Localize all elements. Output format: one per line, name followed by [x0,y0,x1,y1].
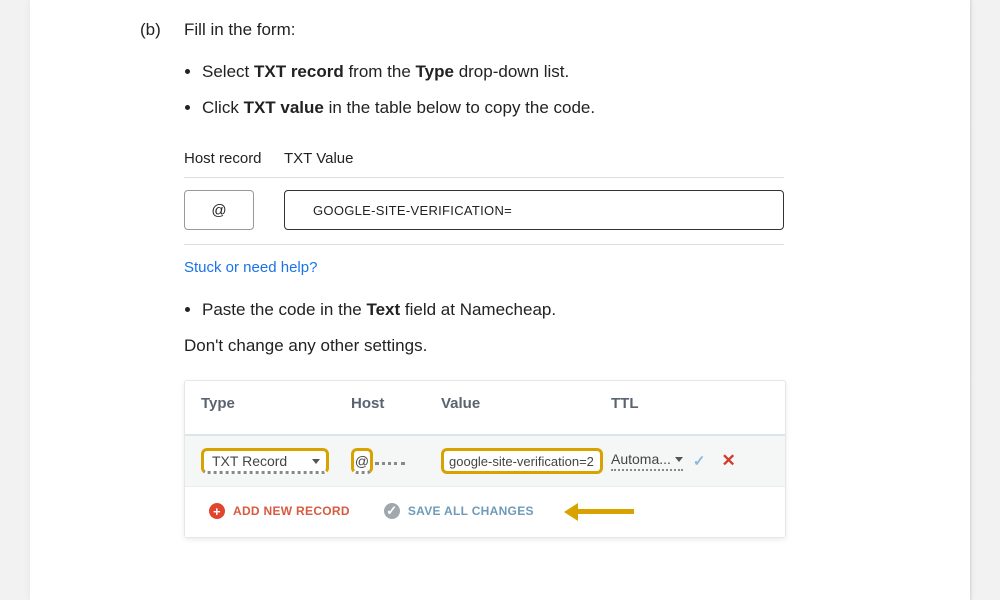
document-page: (b) Fill in the form: Select TXT record … [30,0,970,600]
add-new-record-label: ADD NEW RECORD [233,504,350,518]
col-header-host: Host [351,395,441,412]
bullet-list-1: Select TXT record from the Type drop-dow… [184,62,910,118]
panel-actions: + ADD NEW RECORD ✓ SAVE ALL CHANGES [185,487,785,537]
bullet-list-2: Paste the code in the Text field at Name… [184,300,910,320]
content-area: (b) Fill in the form: Select TXT record … [140,20,910,538]
confirm-icon[interactable]: ✓ [693,452,706,470]
cancel-icon[interactable]: ✕ [722,451,736,471]
panel-header-row: Type Host Value TTL [185,381,785,436]
bullet-item: Click TXT value in the table below to co… [202,98,910,118]
chevron-down-icon [675,457,683,462]
col-header-value: Value [441,395,611,412]
host-input[interactable]: @ [351,448,373,474]
step-marker: (b) [140,20,166,40]
add-new-record-button[interactable]: + ADD NEW RECORD [201,497,358,525]
save-all-changes-label: SAVE ALL CHANGES [408,504,534,518]
cell-type: TXT Record [201,448,351,474]
cell-ttl: Automa... ✓ ✕ [611,451,721,471]
plus-icon: + [209,503,225,519]
type-dropdown[interactable]: TXT Record [201,448,329,474]
panel-data-row: TXT Record @ google-site-verification=2 … [185,436,785,487]
value-input[interactable]: google-site-verification=2 [441,448,603,474]
save-all-changes-button[interactable]: ✓ SAVE ALL CHANGES [376,497,542,525]
ttl-dropdown[interactable]: Automa... [611,451,683,471]
col-header-type: Type [201,395,351,412]
note-text: Don't change any other settings. [184,336,910,356]
step-heading: (b) Fill in the form: [140,20,910,40]
mini-header-host: Host record [184,144,284,178]
cell-value: google-site-verification=2 [441,448,611,474]
arrow-annotation [564,506,634,516]
step-title: Fill in the form: [184,20,295,40]
check-icon: ✓ [384,503,400,519]
type-dropdown-label: TXT Record [212,453,287,469]
bullet-item: Paste the code in the Text field at Name… [202,300,910,320]
namecheap-panel: Type Host Value TTL TXT Record @ [184,380,786,538]
mini-header-value: TXT Value [284,144,784,178]
help-link[interactable]: Stuck or need help? [184,259,317,276]
host-record-box[interactable]: @ [184,190,254,230]
chevron-down-icon [312,459,320,464]
txt-value-box[interactable]: GOOGLE-SITE-VERIFICATION= [284,190,784,230]
host-txt-table: Host record TXT Value @ GOOGLE-SITE-VERI… [184,144,784,245]
ttl-dropdown-label: Automa... [611,451,671,467]
bullet-item: Select TXT record from the Type drop-dow… [202,62,910,82]
col-header-ttl: TTL [611,395,721,412]
cell-host: @ [351,448,441,474]
